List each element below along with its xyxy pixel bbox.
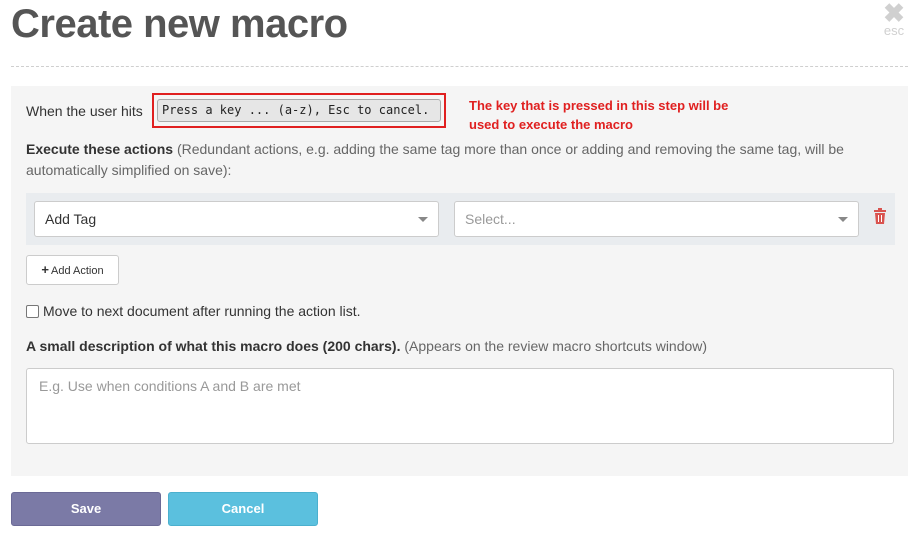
action-type-select[interactable]: Add Tag bbox=[34, 201, 439, 237]
execute-actions-heading: Execute these actions bbox=[26, 141, 174, 157]
action-type-value: Add Tag bbox=[45, 211, 97, 227]
key-annotation: The key that is pressed in this step wil… bbox=[469, 96, 729, 134]
save-button[interactable]: Save bbox=[11, 492, 161, 526]
shortcut-key-input[interactable]: Press a key ... (a-z), Esc to cancel. bbox=[157, 99, 441, 122]
plus-icon: + bbox=[41, 262, 49, 277]
header-divider bbox=[11, 66, 908, 67]
page-title: Create new macro bbox=[11, 2, 348, 46]
move-next-label[interactable]: Move to next document after running the … bbox=[43, 303, 361, 319]
description-hint: (Appears on the review macro shortcuts w… bbox=[404, 338, 708, 354]
chevron-down-icon bbox=[838, 217, 848, 222]
chevron-down-icon bbox=[418, 217, 428, 222]
execute-actions-label: Execute these actions (Redundant actions… bbox=[26, 139, 896, 181]
add-action-button[interactable]: + Add Action bbox=[26, 255, 119, 285]
user-hits-label: When the user hits bbox=[26, 103, 143, 119]
description-textarea[interactable]: E.g. Use when conditions A and B are met bbox=[26, 368, 894, 444]
trash-icon[interactable] bbox=[873, 208, 887, 224]
add-action-label: Add Action bbox=[51, 265, 104, 277]
description-label: A small description of what this macro d… bbox=[26, 338, 707, 354]
cancel-button[interactable]: Cancel bbox=[168, 492, 318, 526]
description-heading: A small description of what this macro d… bbox=[26, 338, 401, 354]
annotation-text: The key that is pressed in this step wil… bbox=[469, 98, 729, 132]
move-next-checkbox[interactable] bbox=[26, 305, 39, 318]
description-placeholder: E.g. Use when conditions A and B are met bbox=[39, 378, 301, 394]
action-target-placeholder: Select... bbox=[465, 211, 516, 227]
action-target-select[interactable]: Select... bbox=[454, 201, 859, 237]
close-esc-label: esc bbox=[883, 23, 905, 38]
close-button[interactable]: ✖ esc bbox=[876, 0, 912, 38]
close-icon: ✖ bbox=[883, 0, 905, 28]
